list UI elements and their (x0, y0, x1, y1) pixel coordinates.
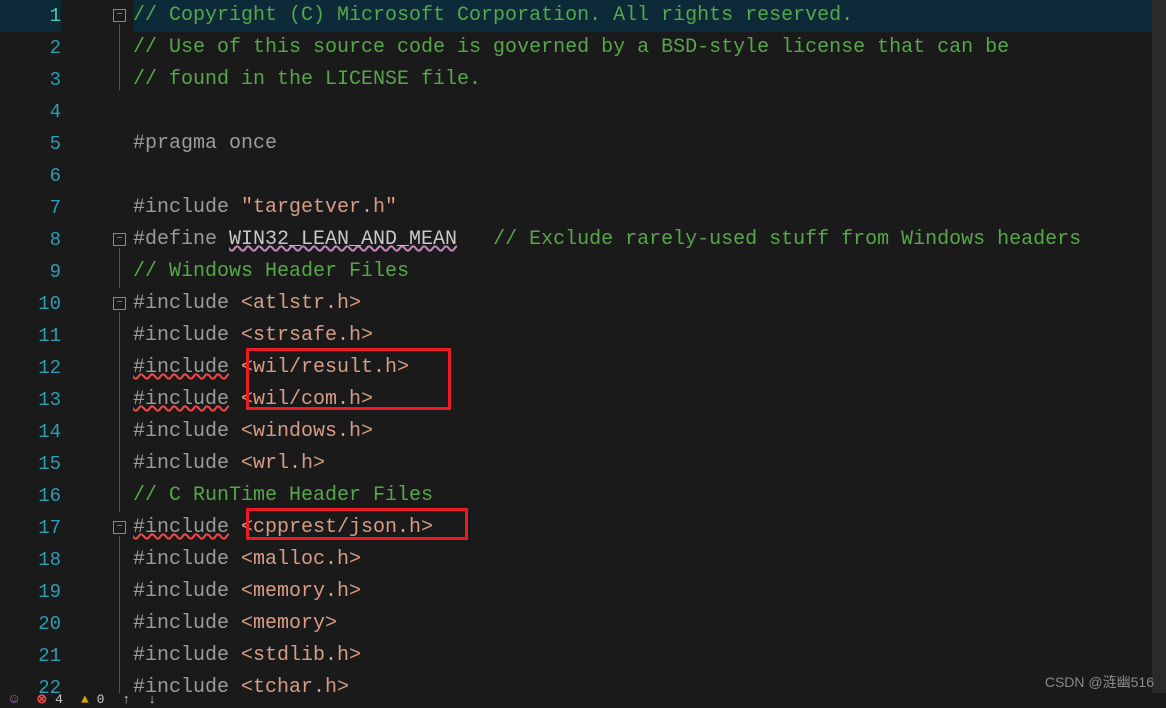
warning-indicator[interactable]: ▲ 0 (81, 692, 104, 707)
line-number: 6 (0, 160, 61, 192)
line-number: 18 (0, 544, 61, 576)
code-line: // Windows Header Files (133, 256, 1166, 288)
line-number: 2 (0, 32, 61, 64)
line-number: 10 (0, 288, 61, 320)
code-line: #define WIN32_LEAN_AND_MEAN // Exclude r… (133, 224, 1166, 256)
line-number: 16 (0, 480, 61, 512)
code-line: #include <stdlib.h> (133, 640, 1166, 672)
nav-arrow-down-icon[interactable]: ↓ (148, 692, 156, 707)
line-number: 14 (0, 416, 61, 448)
fold-guide (119, 248, 120, 288)
code-line: #include <wrl.h> (133, 448, 1166, 480)
warning-icon: ▲ (81, 692, 89, 707)
code-line: #include <wil/result.h> (133, 352, 1166, 384)
code-line: #include <memory.h> (133, 576, 1166, 608)
line-number: 8 (0, 224, 61, 256)
line-number: 19 (0, 576, 61, 608)
code-line: #include <cpprest/json.h> (133, 512, 1166, 544)
line-number: 15 (0, 448, 61, 480)
error-icon: ⊗ (36, 692, 47, 707)
line-number: 12 (0, 352, 61, 384)
code-line: #include <wil/com.h> (133, 384, 1166, 416)
line-number: 1 (0, 0, 61, 32)
code-line: #include <strsafe.h> (133, 320, 1166, 352)
error-indicator[interactable]: ⊗ 4 (36, 692, 63, 707)
fold-guide (119, 536, 120, 696)
watermark: CSDN @涟幽516 (1045, 672, 1154, 692)
line-number: 13 (0, 384, 61, 416)
nav-arrow-up-icon[interactable]: ↑ (122, 692, 130, 707)
fold-guide (119, 312, 120, 512)
line-number: 5 (0, 128, 61, 160)
code-editor[interactable]: 1 2 3 4 5 6 7 8 9 10 11 12 13 14 15 16 1… (0, 0, 1166, 693)
code-line: // C RunTime Header Files (133, 480, 1166, 512)
fold-toggle-icon[interactable]: − (113, 233, 126, 246)
line-number: 11 (0, 320, 61, 352)
code-line: // Copyright (C) Microsoft Corporation. … (133, 0, 1166, 32)
line-number: 7 (0, 192, 61, 224)
feedback-icon[interactable]: ☺ (10, 692, 18, 708)
fold-guide (119, 24, 120, 90)
code-line: #include <malloc.h> (133, 544, 1166, 576)
status-bar: ☺ ⊗ 4 ▲ 0 ↑ ↓ (0, 693, 1166, 706)
line-number: 4 (0, 96, 61, 128)
fold-toggle-icon[interactable]: − (113, 9, 126, 22)
line-number: 21 (0, 640, 61, 672)
line-number: 3 (0, 64, 61, 96)
fold-toggle-icon[interactable]: − (113, 297, 126, 310)
code-line: #include <windows.h> (133, 416, 1166, 448)
code-area[interactable]: // Copyright (C) Microsoft Corporation. … (133, 0, 1166, 693)
vertical-scrollbar[interactable] (1152, 0, 1166, 693)
code-line (133, 160, 1166, 192)
code-line: // Use of this source code is governed b… (133, 32, 1166, 64)
line-number: 17 (0, 512, 61, 544)
code-line: #include <atlstr.h> (133, 288, 1166, 320)
line-number: 9 (0, 256, 61, 288)
code-line: #pragma once (133, 128, 1166, 160)
line-number-gutter: 1 2 3 4 5 6 7 8 9 10 11 12 13 14 15 16 1… (0, 0, 75, 693)
fold-toggle-icon[interactable]: − (113, 521, 126, 534)
code-line (133, 96, 1166, 128)
line-number: 20 (0, 608, 61, 640)
code-line: // found in the LICENSE file. (133, 64, 1166, 96)
code-line: #include "targetver.h" (133, 192, 1166, 224)
fold-column: − − − − (75, 0, 133, 693)
code-line: #include <memory> (133, 608, 1166, 640)
